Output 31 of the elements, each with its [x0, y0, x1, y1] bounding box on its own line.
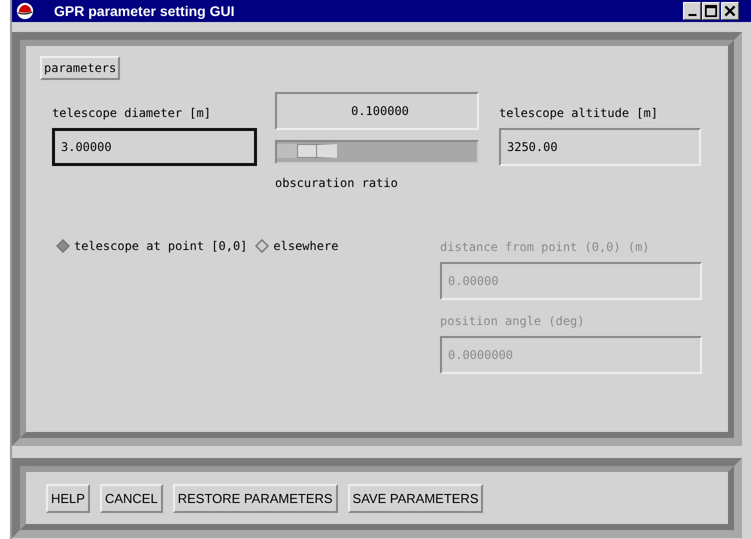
- close-icon: [722, 3, 738, 19]
- radio-indicator-icon[interactable]: [255, 239, 270, 253]
- hat-logo-icon: [16, 2, 34, 20]
- slider-thumb[interactable]: [297, 144, 337, 158]
- field-label: position angle (deg): [440, 313, 586, 330]
- maximize-button[interactable]: [702, 2, 720, 20]
- value-display: 0.100000: [275, 92, 479, 130]
- minimize-button[interactable]: [683, 2, 701, 20]
- field-label: telescope diameter [m]: [52, 105, 212, 122]
- minimize-icon: [688, 14, 697, 16]
- close-button[interactable]: [721, 2, 739, 20]
- radio-label: telescope at point [0,0]: [74, 239, 248, 253]
- radio-label: elsewhere: [273, 239, 338, 253]
- parameters-menu-button[interactable]: parameters: [40, 56, 120, 80]
- field-label: telescope altitude [m]: [499, 105, 659, 122]
- field-label: distance from point (0,0) (m): [440, 239, 651, 256]
- text-field[interactable]: 3250.00: [499, 128, 701, 166]
- text-field: 0.0000000: [440, 336, 702, 374]
- slider-label: obscuration ratio: [275, 175, 399, 192]
- maximize-icon: [703, 3, 719, 19]
- slider-track[interactable]: [275, 140, 479, 164]
- radio-indicator-icon[interactable]: [56, 239, 70, 253]
- window-title: GPR parameter setting GUI: [54, 3, 236, 19]
- text-field: 0.00000: [440, 262, 702, 300]
- action-button[interactable]: RESTORE PARAMETERS: [172, 484, 338, 512]
- action-button[interactable]: CANCEL: [100, 484, 163, 512]
- text-field[interactable]: 3.00000: [52, 128, 257, 166]
- radio-option[interactable]: elsewhere: [255, 236, 338, 256]
- radio-option[interactable]: telescope at point [0,0]: [56, 236, 248, 256]
- action-button[interactable]: SAVE PARAMETERS: [348, 484, 484, 512]
- action-button[interactable]: HELP: [46, 484, 90, 512]
